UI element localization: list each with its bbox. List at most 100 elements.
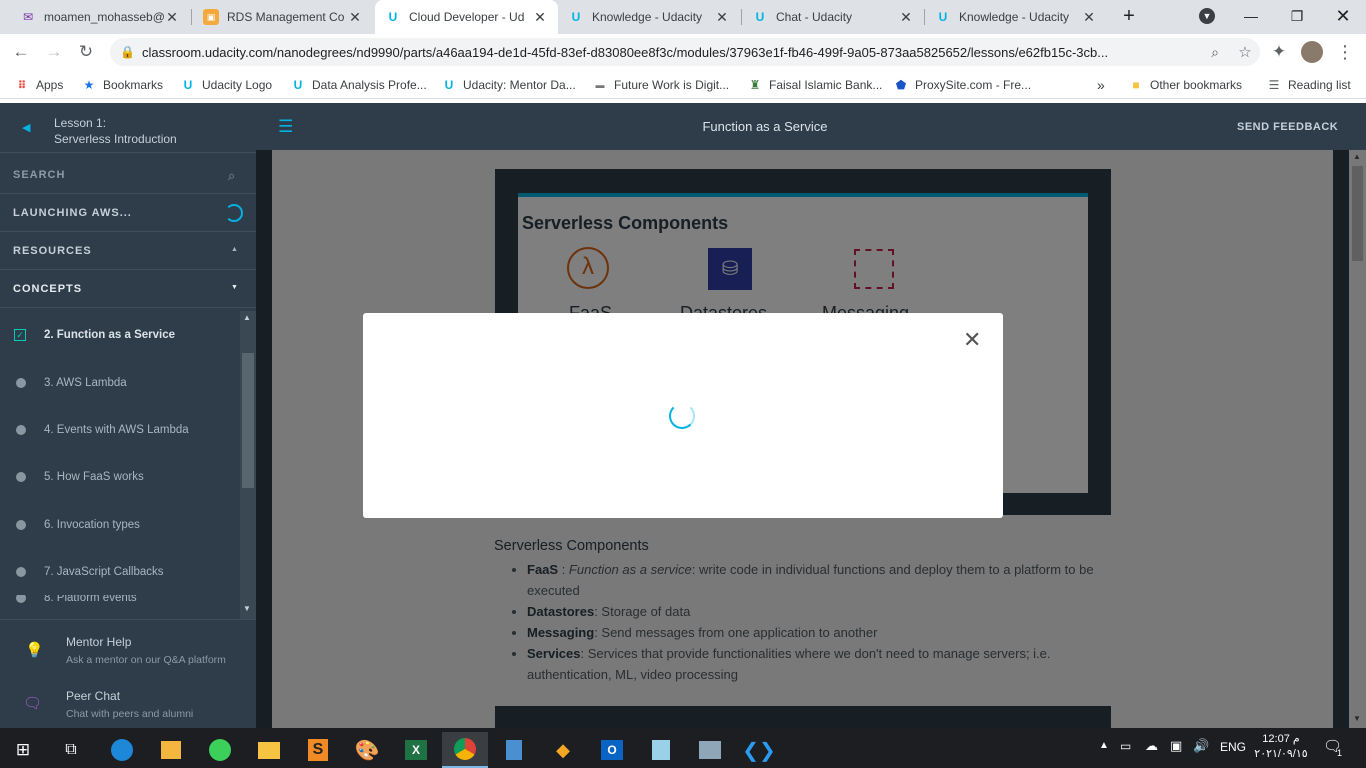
tab-chat[interactable]: U Chat - Udacity ✕ xyxy=(742,0,924,34)
concept-label: 7. JavaScript Callbacks xyxy=(44,565,164,578)
concept-item-3[interactable]: 3. AWS Lambda xyxy=(0,359,240,406)
lesson-title: Serverless Introduction xyxy=(54,132,177,146)
notification-count: 1 xyxy=(1337,748,1343,758)
lesson-header[interactable]: ◀ Lesson 1: Serverless Introduction xyxy=(0,103,256,153)
bookmark-data-analysis[interactable]: U Data Analysis Profe... xyxy=(290,75,427,95)
reload-button[interactable]: ↻ xyxy=(74,40,98,64)
taskbar-excel[interactable]: X xyxy=(393,732,439,768)
sidebar-resources[interactable]: RESOURCES ▲ xyxy=(0,232,256,270)
notes-icon xyxy=(652,740,670,760)
sidebar-launching-aws[interactable]: LAUNCHING AWS... xyxy=(0,194,256,232)
menu-icon[interactable]: ⋮ xyxy=(1333,40,1357,64)
close-window-button[interactable]: ✕ xyxy=(1320,0,1366,32)
close-tab-icon[interactable]: ✕ xyxy=(898,9,914,26)
taskbar-explorer[interactable] xyxy=(246,732,292,768)
taskbar-outlook[interactable]: O xyxy=(589,732,635,768)
sidebar-concepts[interactable]: CONCEPTS ▼ xyxy=(0,270,256,308)
concept-item-2[interactable]: ✓ 2. Function as a Service xyxy=(0,311,240,358)
lock-icon: 🔒 xyxy=(120,45,135,59)
close-tab-icon[interactable]: ✕ xyxy=(532,9,548,26)
profile-avatar[interactable] xyxy=(1300,40,1324,64)
close-icon[interactable]: ✕ xyxy=(963,329,981,351)
bookmark-bookmarks[interactable]: ★ Bookmarks xyxy=(81,75,163,95)
back-arrow-icon[interactable]: ◀ xyxy=(22,121,30,134)
taskbar-vscode[interactable]: ❮❯ xyxy=(736,732,782,768)
taskbar-notes[interactable] xyxy=(638,732,684,768)
concept-item-8[interactable]: 8. Platform events xyxy=(0,595,240,615)
taskbar-sublime[interactable]: S xyxy=(295,732,341,768)
tab-title: RDS Management Co xyxy=(227,10,345,24)
status-dot-icon xyxy=(16,471,26,482)
page-header: ☰ Function as a Service SEND FEEDBACK xyxy=(256,103,1366,150)
tab-cloud-developer[interactable]: U Cloud Developer - Ud ✕ xyxy=(375,0,558,34)
zoom-icon[interactable]: ⌕ xyxy=(1200,44,1230,61)
volume-icon[interactable]: 🔊 xyxy=(1193,738,1209,754)
extensions-icon[interactable]: ✦ xyxy=(1267,40,1291,64)
taskbar-calculator[interactable] xyxy=(491,732,537,768)
star-icon[interactable]: ☆ xyxy=(1230,43,1260,61)
apps-grid-icon: ⠿ xyxy=(17,79,27,92)
start-button[interactable]: ⊞ xyxy=(0,732,46,768)
forward-button[interactable]: → xyxy=(42,40,66,64)
bookmark-udacity-logo[interactable]: U Udacity Logo xyxy=(180,75,272,95)
bookmark-other[interactable]: ■ Other bookmarks xyxy=(1128,75,1242,95)
sidebar-search[interactable]: SEARCH ⌕ xyxy=(0,156,256,194)
scroll-thumb[interactable] xyxy=(242,353,254,488)
new-tab-button[interactable]: + xyxy=(1106,0,1152,32)
scroll-up-icon[interactable]: ▲ xyxy=(243,313,251,322)
tab-title: Cloud Developer - Ud xyxy=(409,10,525,24)
taskbar-git[interactable]: ◆ xyxy=(540,732,586,768)
battery-icon[interactable]: ▭ xyxy=(1120,739,1131,753)
concept-item-5[interactable]: 5. How FaaS works xyxy=(0,453,240,500)
maximize-button[interactable]: ❐ xyxy=(1274,0,1320,32)
close-tab-icon[interactable]: ✕ xyxy=(164,9,180,26)
close-tab-icon[interactable]: ✕ xyxy=(1081,9,1097,26)
send-feedback-button[interactable]: SEND FEEDBACK xyxy=(1237,121,1338,133)
taskbar-chrome[interactable] xyxy=(442,732,488,768)
mentor-help-button[interactable]: 💡 Mentor Help Ask a mentor on our Q&A pl… xyxy=(0,620,256,674)
tray-chevron-icon[interactable]: ▲ xyxy=(1099,740,1109,751)
taskbar-edge[interactable] xyxy=(99,732,145,768)
concept-item-6[interactable]: 6. Invocation types xyxy=(0,501,240,548)
back-button[interactable]: ← xyxy=(9,40,33,64)
concept-item-4[interactable]: 4. Events with AWS Lambda xyxy=(0,406,240,453)
gmail-icon: ✉ xyxy=(22,10,34,24)
tab-knowledge-1[interactable]: U Knowledge - Udacity ✕ xyxy=(558,0,740,34)
taskbar-whatsapp[interactable] xyxy=(197,732,243,768)
address-bar[interactable]: 🔒 classroom.udacity.com/nanodegrees/nd99… xyxy=(110,38,1260,66)
peer-chat-button[interactable]: 🗨 Peer Chat Chat with peers and alumni xyxy=(0,674,256,729)
close-tab-icon[interactable]: ✕ xyxy=(347,9,363,26)
tab-title: moamen_mohasseb@ xyxy=(44,10,164,24)
peer-subtitle: Chat with peers and alumni xyxy=(66,708,194,720)
udacity-icon: U xyxy=(938,10,948,24)
bookmark-apps[interactable]: ⠿ Apps xyxy=(14,75,64,95)
task-view-button[interactable]: ⧉ xyxy=(48,732,94,768)
bookmark-mentor-dashboard[interactable]: U Udacity: Mentor Da... xyxy=(441,75,576,95)
concept-item-7[interactable]: 7. JavaScript Callbacks xyxy=(0,548,240,595)
tab-rds[interactable]: ▣ RDS Management Co ✕ xyxy=(193,0,373,34)
taskbar-paint[interactable]: 🎨 xyxy=(344,732,390,768)
concepts-scrollbar[interactable]: ▲ ▼ xyxy=(240,311,256,619)
cloud-icon[interactable]: ☁ xyxy=(1145,738,1158,754)
minimize-button[interactable]: — xyxy=(1228,0,1274,32)
bookmark-proxysite[interactable]: ⬟ ProxySite.com - Fre... xyxy=(893,75,1031,95)
bookmark-label: ProxySite.com - Fre... xyxy=(915,78,1032,92)
tab-knowledge-2[interactable]: U Knowledge - Udacity ✕ xyxy=(925,0,1107,34)
taskbar-app[interactable] xyxy=(687,732,733,768)
close-tab-icon[interactable]: ✕ xyxy=(714,9,730,26)
bookmark-future-work[interactable]: ▬ Future Work is Digit... xyxy=(592,75,730,95)
language-indicator[interactable]: ENG xyxy=(1220,740,1246,754)
reading-list-button[interactable]: ☰ Reading list xyxy=(1266,75,1351,95)
bookmarks-overflow-button[interactable]: » xyxy=(1097,75,1105,95)
network-icon[interactable]: ▣ xyxy=(1170,738,1182,754)
bookmark-faisal-bank[interactable]: ♜ Faisal Islamic Bank... xyxy=(747,75,883,95)
tab-search-button[interactable]: ▼ xyxy=(1184,0,1230,32)
tab-gmail[interactable]: ✉ moamen_mohasseb@ ✕ xyxy=(10,0,190,34)
taskbar-store[interactable] xyxy=(148,732,194,768)
vscode-icon: ❮❯ xyxy=(742,739,776,762)
clock[interactable]: 12:07 م ٢٠٢١/٠٩/١٥ xyxy=(1252,732,1310,762)
outlook-icon: O xyxy=(601,740,623,760)
windows-taskbar: ⊞ ⧉ S 🎨 X ◆ O ❮❯ ▲ ▭ ☁ ▣ 🔊 ENG 12:07 م ٢… xyxy=(0,728,1366,768)
bookmark-label: Apps xyxy=(36,78,64,92)
scroll-down-icon[interactable]: ▼ xyxy=(243,604,251,613)
